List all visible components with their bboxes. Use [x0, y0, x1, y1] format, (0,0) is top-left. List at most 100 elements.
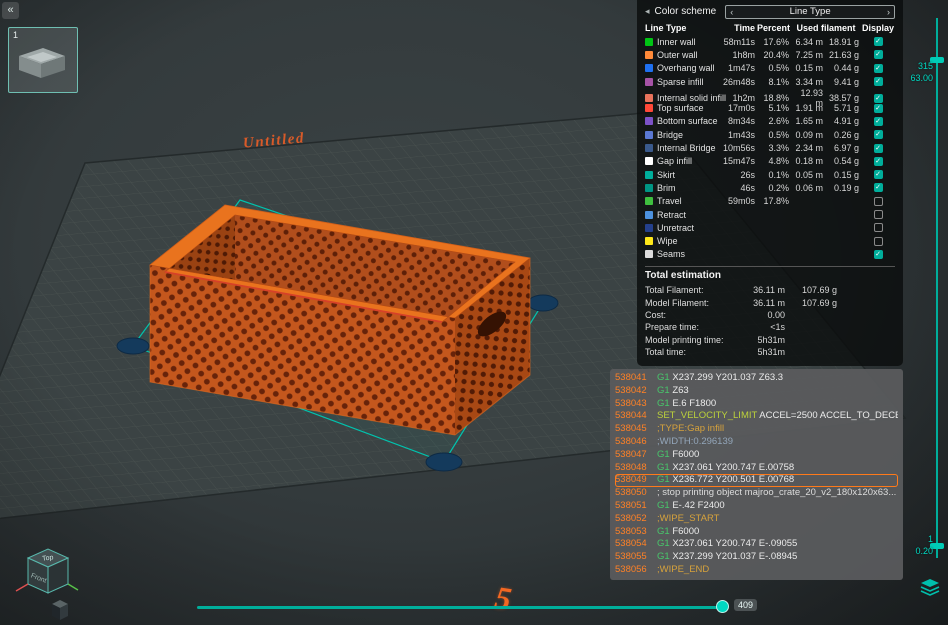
foot-pad — [426, 453, 462, 471]
display-checkbox[interactable]: ✓ — [874, 64, 883, 73]
display-checkbox[interactable]: ✓ — [874, 104, 883, 113]
gcode-line[interactable]: 538047G1 F6000 — [615, 449, 898, 462]
line-type-legend-panel: ◂ Color scheme ‹ Line Type › Line Type T… — [637, 0, 903, 366]
line-type-row: Bridge1m43s0.5%0.09 m0.26 g✓ — [645, 128, 895, 141]
chevron-left-icon[interactable]: ◂ — [645, 6, 650, 17]
display-checkbox[interactable] — [874, 210, 883, 219]
gcode-line[interactable]: 538056;WIPE_END — [615, 564, 898, 577]
line-type-weight: 0.26 g — [825, 130, 861, 140]
display-checkbox[interactable]: ✓ — [874, 170, 883, 179]
display-checkbox[interactable]: ✓ — [874, 94, 883, 103]
line-type-table-header: Line Type Time Percent Used filament Dis… — [645, 20, 895, 35]
gcode-line[interactable]: 538051G1 E-.42 F2400 — [615, 500, 898, 513]
col-line-type: Line Type — [645, 23, 721, 33]
line-type-color-swatch — [645, 104, 653, 112]
gcode-line[interactable]: 538044SET_VELOCITY_LIMIT ACCEL=2500 ACCE… — [615, 410, 898, 423]
color-scheme-dropdown[interactable]: ‹ Line Type › — [725, 5, 895, 19]
col-used-filament: Used filament — [791, 23, 861, 33]
line-type-row: Overhang wall1m47s0.5%0.15 m0.44 g✓ — [645, 62, 895, 75]
display-checkbox[interactable]: ✓ — [874, 117, 883, 126]
gcode-line-number: 538047 — [615, 449, 657, 462]
move-slider-track[interactable] — [197, 606, 727, 609]
line-type-length: 1.91 m — [791, 103, 825, 113]
total-estimation-title: Total estimation — [645, 270, 895, 281]
gcode-line[interactable]: 538055G1 X237.299 Y201.037 E-.08945 — [615, 551, 898, 564]
display-checkbox[interactable]: ✓ — [874, 130, 883, 139]
line-type-color-swatch — [645, 78, 653, 86]
layer-slider-track[interactable] — [936, 18, 938, 558]
gcode-line[interactable]: 538053G1 F6000 — [615, 526, 898, 539]
line-type-color-swatch — [645, 211, 653, 219]
display-checkbox[interactable]: ✓ — [874, 50, 883, 59]
line-type-row: Outer wall1h8m20.4%7.25 m21.63 g✓ — [645, 48, 895, 61]
line-type-name: Travel — [645, 196, 721, 206]
collapse-panel-icon[interactable]: « — [2, 2, 19, 19]
layer-bottom-height: 0.20 — [901, 546, 933, 556]
orientation-gizmo[interactable]: Top Front — [4, 536, 96, 625]
gcode-line[interactable]: 538054G1 X237.061 Y200.747 E-.09055 — [615, 538, 898, 551]
mini-cube-icon[interactable] — [52, 600, 68, 620]
line-type-name: Bridge — [645, 130, 721, 140]
plate-index-label: 1 — [13, 30, 18, 40]
gcode-line-number: 538050 — [615, 487, 657, 500]
gcode-line-number: 538053 — [615, 526, 657, 539]
layers-icon[interactable] — [920, 578, 940, 601]
line-type-color-swatch — [645, 131, 653, 139]
line-type-color-swatch — [645, 197, 653, 205]
layer-top-index: 315 — [901, 61, 933, 71]
gcode-line-number: 538044 — [615, 410, 657, 423]
gcode-line[interactable]: 538041G1 X237.299 Y201.037 Z63.3 — [615, 372, 898, 385]
display-checkbox[interactable] — [874, 197, 883, 206]
line-type-color-swatch — [645, 144, 653, 152]
line-type-time: 1h2m — [721, 93, 757, 103]
line-type-row: Seams ✓ — [645, 248, 895, 261]
line-type-weight: 38.57 g — [825, 93, 861, 103]
gcode-line[interactable]: 538045;TYPE:Gap infill — [615, 423, 898, 436]
display-checkbox[interactable]: ✓ — [874, 157, 883, 166]
preview-viewport[interactable]: Untitled 5 « 1 ◂ Color scheme ‹ Line Typ… — [0, 0, 948, 625]
gcode-line[interactable]: 538050; stop printing object majroo_crat… — [615, 487, 898, 500]
display-checkbox[interactable]: ✓ — [874, 183, 883, 192]
total-row: Total Filament:36.11 m107.69 g — [645, 284, 895, 296]
display-checkbox[interactable]: ✓ — [874, 250, 883, 259]
plate-thumbnail[interactable]: 1 — [8, 27, 78, 93]
line-type-name: Wipe — [645, 236, 721, 246]
line-type-percent: 0.5% — [757, 130, 791, 140]
display-checkbox[interactable]: ✓ — [874, 144, 883, 153]
gcode-line[interactable]: 538046;WIDTH:0.296139 — [615, 436, 898, 449]
display-checkbox[interactable] — [874, 237, 883, 246]
display-checkbox[interactable]: ✓ — [874, 37, 883, 46]
display-checkbox[interactable] — [874, 223, 883, 232]
line-type-length: 3.34 m — [791, 77, 825, 87]
line-type-time: 1m43s — [721, 130, 757, 140]
move-slider-handle[interactable] — [716, 600, 729, 613]
line-type-weight: 9.41 g — [825, 77, 861, 87]
color-scheme-label: Color scheme — [655, 6, 717, 17]
gcode-line[interactable]: 538043G1 E.6 F1800 — [615, 398, 898, 411]
next-scheme-arrow-icon[interactable]: › — [887, 6, 890, 18]
line-type-color-swatch — [645, 171, 653, 179]
line-type-weight: 0.15 g — [825, 170, 861, 180]
display-checkbox[interactable]: ✓ — [874, 77, 883, 86]
line-type-percent: 2.6% — [757, 116, 791, 126]
line-type-row: Travel59m0s17.8% — [645, 195, 895, 208]
gcode-line[interactable]: 538052;WIPE_START — [615, 513, 898, 526]
line-type-row: Bottom surface8m34s2.6%1.65 m4.91 g✓ — [645, 115, 895, 128]
line-type-name: Outer wall — [645, 50, 721, 60]
line-type-time: 26s — [721, 170, 757, 180]
gizmo-y-axis — [68, 584, 78, 590]
gcode-line[interactable]: 538048G1 X237.061 Y200.747 E.00758 — [615, 462, 898, 475]
line-type-percent: 18.8% — [757, 93, 791, 103]
line-type-name: Seams — [645, 249, 721, 259]
line-type-time: 1m47s — [721, 63, 757, 73]
line-type-name: Inner wall — [645, 37, 721, 47]
gcode-viewer-panel[interactable]: 538041G1 X237.299 Y201.037 Z63.3538042G1… — [610, 369, 903, 580]
line-type-time: 1h8m — [721, 50, 757, 60]
line-type-time: 59m0s — [721, 196, 757, 206]
col-percent: Percent — [757, 23, 791, 33]
legend-header: ◂ Color scheme ‹ Line Type › — [645, 3, 895, 20]
foot-pad — [117, 338, 149, 354]
gcode-line[interactable]: 538049G1 X236.772 Y200.501 E.00768 — [615, 474, 898, 487]
gcode-line[interactable]: 538042G1 Z63 — [615, 385, 898, 398]
line-type-time: 58m11s — [721, 37, 757, 47]
